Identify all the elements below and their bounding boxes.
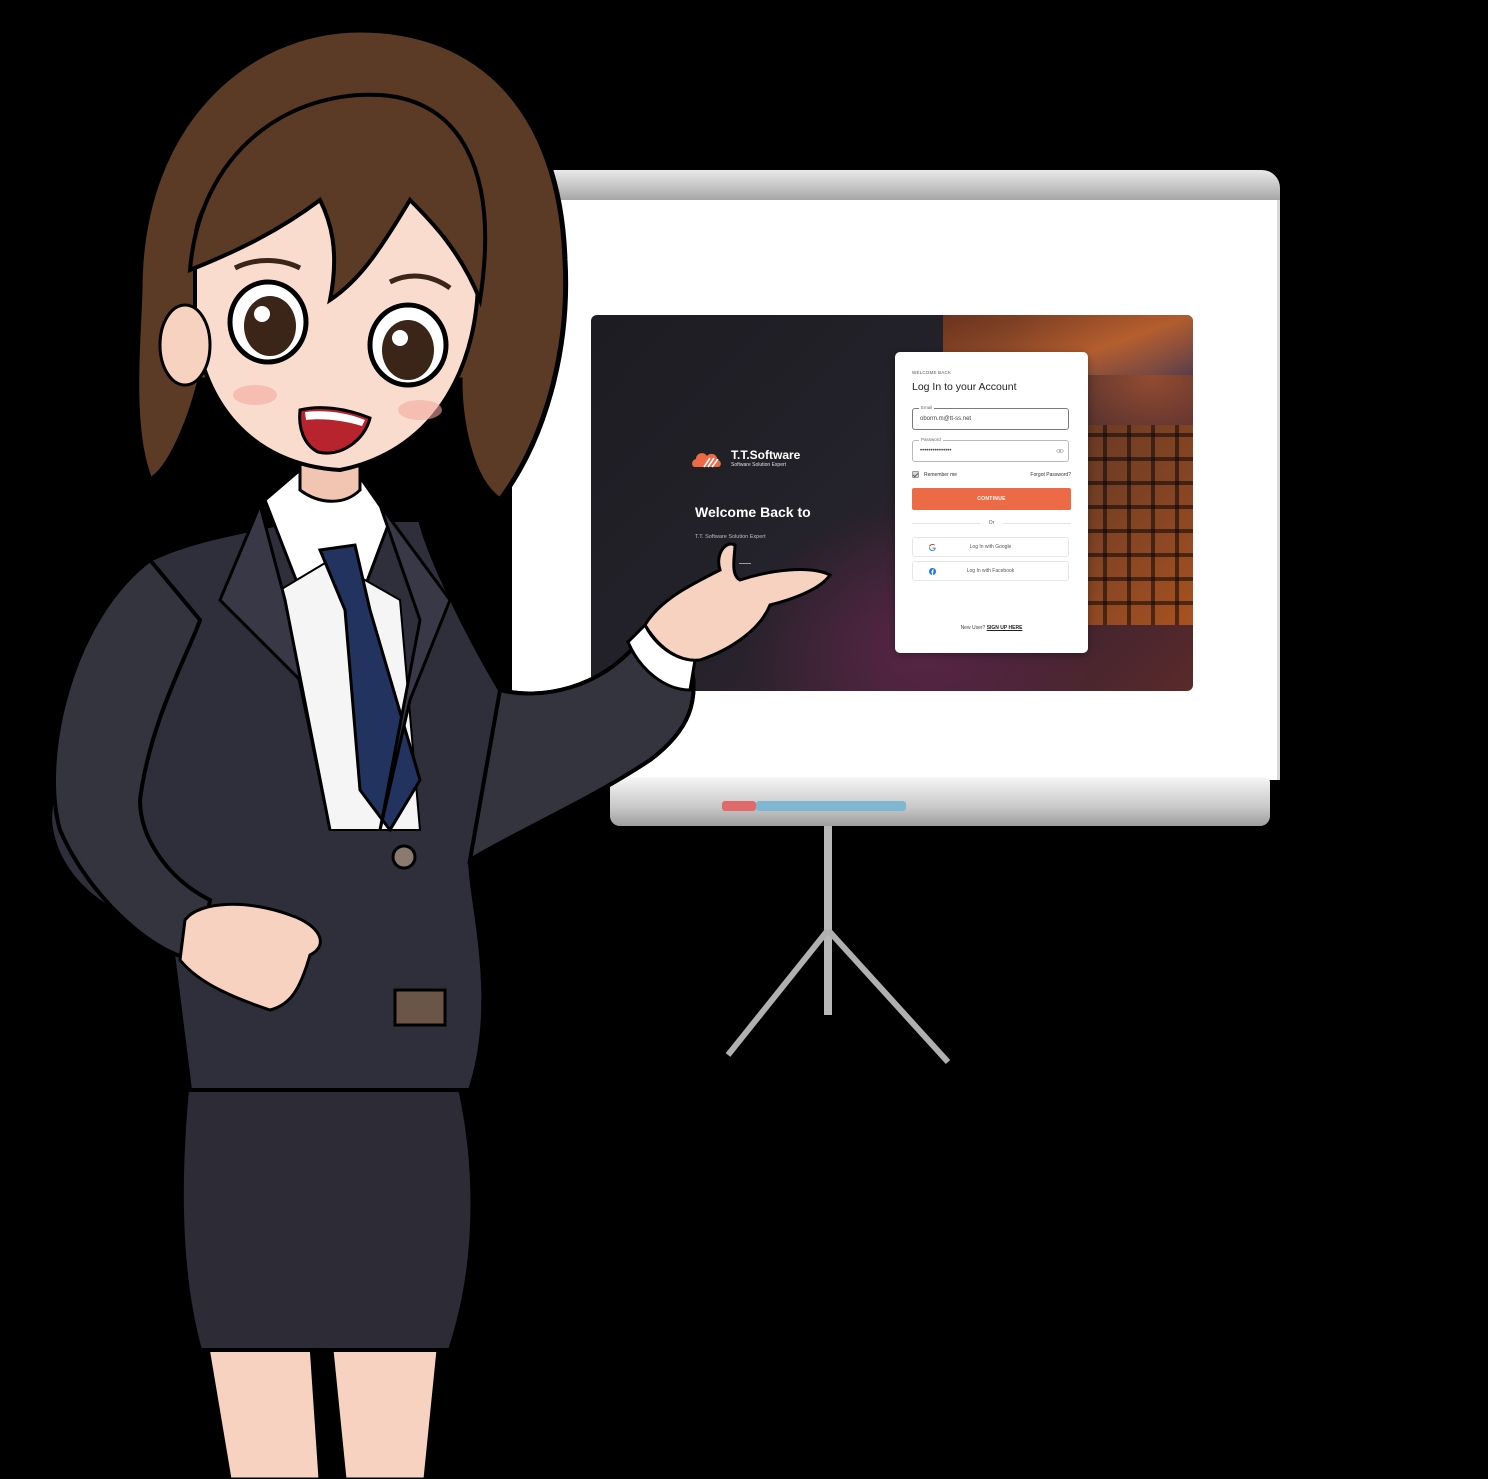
presenter-illustration <box>47 27 833 1479</box>
presenter-legs <box>203 1328 442 1479</box>
presenter-pointing-hand <box>643 542 833 662</box>
presenter-skirt <box>179 1047 475 1352</box>
